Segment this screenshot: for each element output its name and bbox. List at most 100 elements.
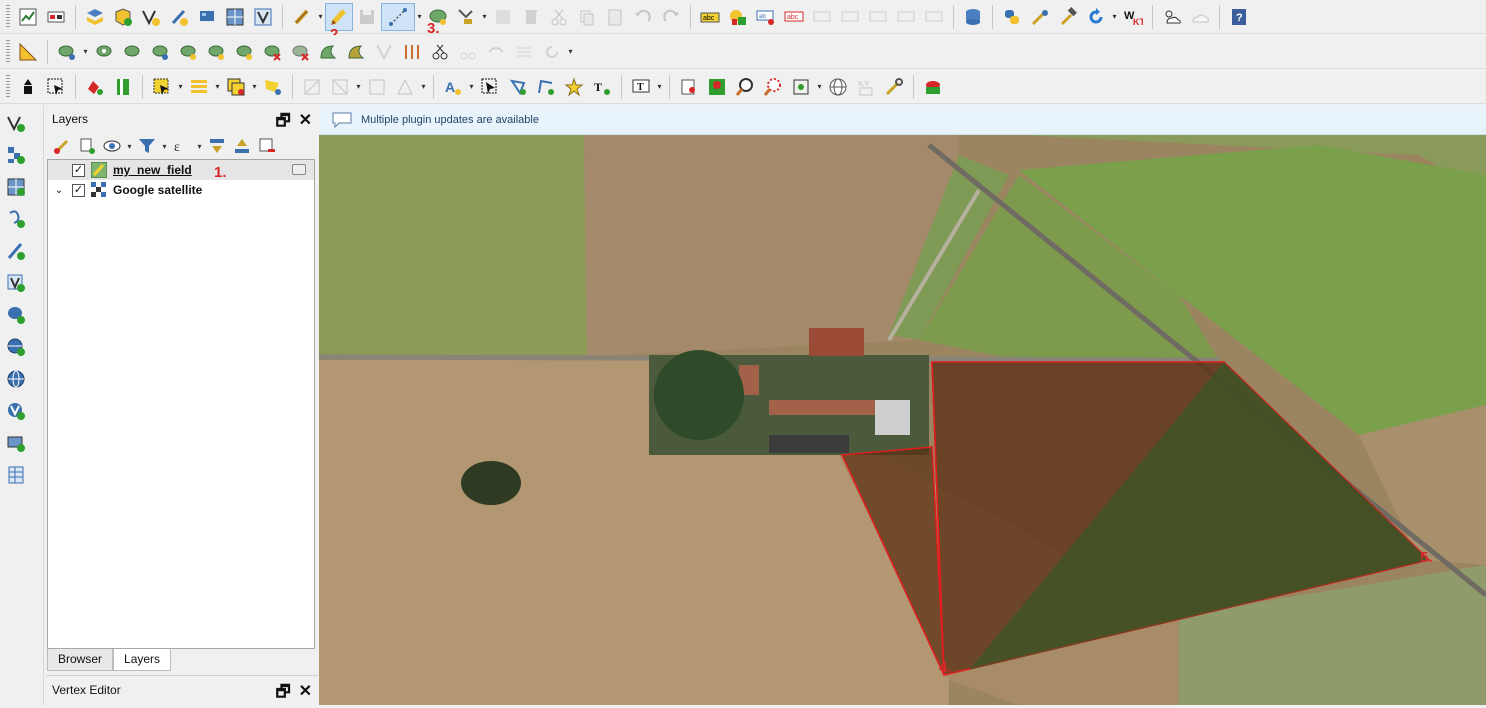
add-raster-layer-button[interactable] bbox=[193, 3, 221, 31]
add-polygon-button[interactable]: 3. bbox=[424, 3, 452, 37]
select-features-button[interactable] bbox=[42, 73, 70, 101]
add-part-button[interactable] bbox=[90, 38, 118, 66]
reverse-line-button[interactable] bbox=[482, 38, 510, 66]
satellite-map[interactable] bbox=[319, 135, 1486, 705]
add-mesh-layer-button[interactable] bbox=[221, 3, 249, 31]
digitize-with-segment-button[interactable] bbox=[14, 38, 42, 66]
pointer-button[interactable] bbox=[476, 73, 504, 101]
layer-name[interactable]: my_new_field bbox=[113, 163, 192, 177]
field-plugin-button[interactable] bbox=[919, 73, 947, 101]
chevron-down-icon[interactable]: ▾ bbox=[213, 73, 222, 101]
refresh-button[interactable] bbox=[1082, 3, 1110, 31]
layer-indicator-icon[interactable] bbox=[292, 164, 306, 175]
select-by-area-button[interactable] bbox=[148, 73, 176, 101]
redo-button[interactable] bbox=[657, 3, 685, 31]
filter-expression-button[interactable]: ε bbox=[170, 134, 194, 158]
measure-button[interactable] bbox=[391, 73, 419, 101]
current-edits-button[interactable] bbox=[288, 3, 316, 31]
add-ring-button[interactable] bbox=[53, 38, 81, 66]
manage-visibility-button[interactable] bbox=[100, 134, 124, 158]
sum-button[interactable] bbox=[363, 73, 391, 101]
chevron-down-icon[interactable]: ▾ bbox=[480, 3, 489, 31]
add-wcs-button[interactable] bbox=[2, 397, 30, 425]
merge-features-button[interactable] bbox=[314, 38, 342, 66]
pin-labels-button[interactable]: ab bbox=[752, 3, 780, 31]
chevron-down-icon[interactable]: ▾ bbox=[1110, 3, 1119, 31]
python-console-button[interactable] bbox=[998, 3, 1026, 31]
new-temporary-layer-button[interactable] bbox=[2, 461, 30, 489]
chevron-down-icon[interactable]: ▾ bbox=[354, 73, 363, 101]
label-pin-button[interactable] bbox=[920, 3, 948, 31]
float-panel-icon[interactable]: 🗗 bbox=[276, 110, 291, 137]
remove-layer-button[interactable] bbox=[255, 134, 279, 158]
chevron-down-icon[interactable]: ▾ bbox=[160, 132, 169, 160]
add-group-button[interactable] bbox=[75, 134, 99, 158]
toolbar-handle[interactable] bbox=[6, 39, 10, 64]
layer-item-google-satellite[interactable]: ⌄ ✓ Google satellite bbox=[48, 180, 314, 200]
plugin-manager-button[interactable] bbox=[1026, 3, 1054, 31]
add-spatialite-button[interactable] bbox=[2, 237, 30, 265]
deselect-button[interactable] bbox=[81, 73, 109, 101]
delete-part-button[interactable] bbox=[174, 38, 202, 66]
toolbar-handle[interactable] bbox=[6, 74, 10, 99]
layer-name[interactable]: Google satellite bbox=[113, 183, 202, 197]
highlight-labels-button[interactable]: abc bbox=[780, 3, 808, 31]
add-virtual-button[interactable] bbox=[2, 269, 30, 297]
deselect-all-button[interactable] bbox=[222, 73, 250, 101]
add-wms-button[interactable] bbox=[2, 333, 30, 361]
tab-layers[interactable]: Layers bbox=[113, 649, 172, 671]
layer-visibility-checkbox[interactable]: ✓ bbox=[72, 183, 85, 197]
undo-button[interactable] bbox=[629, 3, 657, 31]
style-manager-button[interactable] bbox=[50, 134, 74, 158]
expand-all-button[interactable] bbox=[205, 134, 229, 158]
new-map-view-button[interactable] bbox=[675, 73, 703, 101]
merge-attributes-button[interactable] bbox=[342, 38, 370, 66]
select-by-value-button[interactable] bbox=[185, 73, 213, 101]
tab-browser[interactable]: Browser bbox=[47, 649, 114, 671]
add-arcgis-button[interactable] bbox=[2, 429, 30, 457]
add-raster-button[interactable] bbox=[2, 141, 30, 169]
label-tool-button[interactable]: A bbox=[439, 73, 467, 101]
globe-button[interactable] bbox=[824, 73, 852, 101]
text-annotation-button[interactable]: T bbox=[627, 73, 655, 101]
statistics-button[interactable] bbox=[326, 73, 354, 101]
label-move-button[interactable] bbox=[808, 3, 836, 31]
layer-item-my-new-field[interactable]: ✓ my_new_field 1. bbox=[48, 160, 314, 181]
add-star-button[interactable] bbox=[560, 73, 588, 101]
cloud-button[interactable] bbox=[1186, 3, 1214, 31]
chevron-down-icon[interactable]: ▾ bbox=[176, 73, 185, 101]
label-rotate-button[interactable] bbox=[836, 3, 864, 31]
filter-legend-button[interactable] bbox=[135, 134, 159, 158]
chevron-down-icon[interactable]: ▾ bbox=[815, 73, 824, 101]
trim-extend-button[interactable] bbox=[426, 38, 454, 66]
chevron-down-icon[interactable]: ▾ bbox=[467, 73, 476, 101]
zoom-in-button[interactable] bbox=[731, 73, 759, 101]
coordinate-capture-button[interactable]: X,Y bbox=[852, 73, 880, 101]
float-panel-icon[interactable]: 🗗 bbox=[276, 681, 291, 708]
digitize-line-button[interactable] bbox=[381, 2, 415, 31]
identify-button[interactable] bbox=[14, 73, 42, 101]
add-text-button[interactable]: T bbox=[588, 73, 616, 101]
paste-features-button[interactable] bbox=[601, 3, 629, 31]
add-vector-button[interactable] bbox=[2, 109, 30, 137]
reshape-button[interactable] bbox=[202, 38, 230, 66]
project-new-button[interactable] bbox=[14, 3, 42, 31]
close-icon[interactable]: ✕ bbox=[299, 681, 312, 708]
simplify-button[interactable] bbox=[398, 38, 426, 66]
fill-ring-button[interactable] bbox=[118, 38, 146, 66]
layout-manager-button[interactable] bbox=[42, 3, 70, 31]
layer-visibility-checkbox[interactable]: ✓ bbox=[72, 163, 85, 177]
rotate-point-symbols-button[interactable] bbox=[370, 38, 398, 66]
zoom-full-button[interactable] bbox=[787, 73, 815, 101]
chevron-down-icon[interactable]: ▾ bbox=[250, 73, 259, 101]
wkt-button[interactable]: W KT bbox=[1119, 3, 1147, 31]
attribute-table-button[interactable] bbox=[109, 73, 137, 101]
chevron-down-icon[interactable]: ▾ bbox=[81, 38, 90, 66]
split-parts-button[interactable] bbox=[286, 38, 314, 66]
chevron-down-icon[interactable]: ▾ bbox=[125, 132, 134, 160]
new-geopackage-button[interactable] bbox=[109, 3, 137, 31]
map-canvas[interactable]: 4. 5. bbox=[319, 135, 1486, 705]
add-vertex-button[interactable] bbox=[504, 73, 532, 101]
label-toolbar-button[interactable]: abc bbox=[696, 3, 724, 31]
data-source-manager-button[interactable] bbox=[81, 3, 109, 31]
